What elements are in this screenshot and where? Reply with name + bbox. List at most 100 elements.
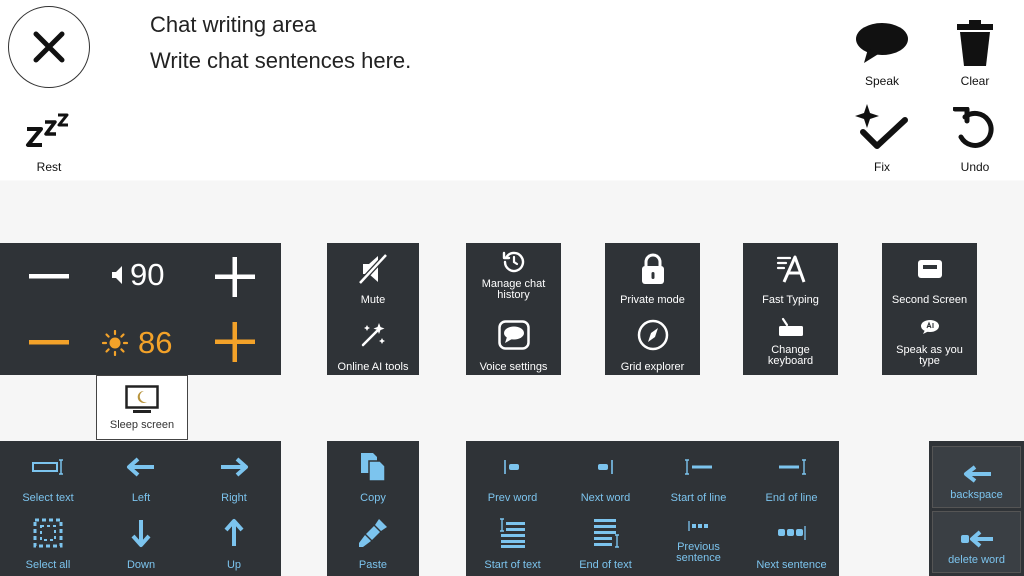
close-icon bbox=[33, 31, 65, 63]
lock-icon bbox=[641, 251, 665, 287]
sparkle-check-icon bbox=[855, 100, 909, 158]
rest-label: Rest bbox=[36, 160, 62, 174]
copy-label: Copy bbox=[360, 492, 386, 504]
start-of-text-icon bbox=[499, 515, 527, 551]
next-sentence-label: Next sentence bbox=[756, 559, 827, 571]
start-of-text-button[interactable]: Start of text bbox=[466, 515, 559, 571]
clear-label: Clear bbox=[960, 74, 990, 88]
prev-word-icon bbox=[503, 449, 523, 485]
delete-word-button[interactable]: delete word bbox=[932, 511, 1021, 573]
select-all-button[interactable]: Select all bbox=[2, 515, 94, 571]
speech-bubble-icon bbox=[854, 14, 910, 72]
volume-decrease-icon[interactable] bbox=[28, 261, 70, 291]
right-button[interactable]: Right bbox=[188, 449, 280, 504]
volume-level: 90 bbox=[108, 257, 164, 293]
previous-sentence-label-2: sentence bbox=[676, 552, 721, 564]
left-button[interactable]: Left bbox=[95, 449, 187, 504]
online-ai-tools-label: Online AI tools bbox=[337, 361, 409, 373]
paste-button[interactable]: Paste bbox=[327, 515, 419, 571]
close-button[interactable] bbox=[8, 6, 90, 88]
brush-icon bbox=[357, 515, 389, 551]
volume-increase-icon[interactable] bbox=[214, 256, 256, 298]
brightness-decrease-icon[interactable] bbox=[28, 327, 70, 357]
speak-label: Speak bbox=[864, 74, 900, 88]
prev-word-button[interactable]: Prev word bbox=[466, 449, 559, 504]
mute-label: Mute bbox=[360, 294, 386, 306]
previous-sentence-button[interactable]: Previous sentence bbox=[652, 513, 745, 564]
down-button[interactable]: Down bbox=[95, 515, 187, 571]
paste-label: Paste bbox=[358, 559, 388, 571]
backspace-button[interactable]: backspace bbox=[932, 446, 1021, 508]
sun-icon bbox=[102, 330, 128, 356]
up-button[interactable]: Up bbox=[188, 515, 280, 571]
chat-input-area[interactable]: Write chat sentences here. bbox=[150, 48, 411, 74]
start-of-line-label: Start of line bbox=[670, 492, 727, 504]
end-of-line-icon bbox=[777, 449, 807, 485]
next-word-button[interactable]: Next word bbox=[559, 449, 652, 504]
second-screen-button[interactable]: Second Screen bbox=[882, 251, 977, 306]
navigation-panel: Select text Left Right Select all Down U… bbox=[0, 441, 281, 576]
voice-settings-button[interactable]: Voice settings bbox=[466, 317, 561, 373]
private-mode-label: Private mode bbox=[620, 294, 685, 306]
grid-explorer-label: Grid explorer bbox=[620, 361, 685, 373]
trash-icon bbox=[955, 14, 995, 72]
change-keyboard-button[interactable]: Change keyboard bbox=[743, 313, 838, 367]
prev-word-label: Prev word bbox=[487, 492, 538, 504]
delete-panel: backspace delete word bbox=[929, 441, 1024, 576]
typing-keyboard-panel: Fast Typing Change keyboard bbox=[743, 243, 838, 375]
clipboard-panel: Copy Paste bbox=[327, 441, 419, 576]
select-text-label: Select text bbox=[22, 492, 74, 504]
copy-icon bbox=[359, 449, 387, 485]
up-label: Up bbox=[226, 559, 242, 571]
backspace-icon bbox=[963, 465, 991, 483]
arrow-down-icon bbox=[131, 515, 151, 551]
arrow-left-icon bbox=[126, 449, 156, 485]
volume-brightness-panel: 90 86 bbox=[0, 243, 281, 375]
fast-typing-icon bbox=[776, 251, 806, 287]
magic-wand-icon bbox=[359, 317, 387, 353]
mute-icon bbox=[358, 251, 388, 287]
voice-settings-label: Voice settings bbox=[479, 361, 548, 373]
sleep-screen-button[interactable]: Sleep screen bbox=[96, 375, 188, 440]
speak-as-you-type-label-2: type bbox=[919, 355, 940, 367]
history-voice-panel: Manage chat history Voice settings bbox=[466, 243, 561, 375]
select-text-button[interactable]: Select text bbox=[2, 449, 94, 504]
left-label: Left bbox=[131, 492, 151, 504]
clear-button[interactable]: Clear bbox=[935, 14, 1015, 94]
end-of-text-button[interactable]: End of text bbox=[559, 515, 652, 571]
select-all-icon bbox=[33, 515, 63, 551]
end-of-text-icon bbox=[592, 515, 620, 551]
undo-button[interactable]: Undo bbox=[935, 100, 1015, 180]
start-of-text-label: Start of text bbox=[484, 559, 541, 571]
fast-typing-button[interactable]: Fast Typing bbox=[743, 251, 838, 306]
mute-button[interactable]: Mute bbox=[327, 251, 419, 306]
speaker-icon bbox=[112, 266, 122, 284]
manage-chat-history-button[interactable]: Manage chat history bbox=[466, 249, 561, 301]
volume-value: 90 bbox=[130, 257, 165, 292]
speak-button[interactable]: Speak bbox=[842, 14, 922, 94]
backspace-label: backspace bbox=[950, 489, 1003, 501]
speak-as-you-type-button[interactable]: Speak as you type bbox=[882, 313, 977, 367]
undo-label: Undo bbox=[960, 160, 990, 174]
brightness-value: 86 bbox=[138, 325, 173, 360]
compass-icon bbox=[637, 317, 669, 353]
online-ai-tools-button[interactable]: Online AI tools bbox=[327, 317, 419, 373]
brightness-increase-icon[interactable] bbox=[214, 321, 256, 363]
delete-word-icon bbox=[960, 530, 993, 548]
fix-label: Fix bbox=[874, 160, 890, 174]
sleep-zzz-icon bbox=[25, 100, 73, 158]
copy-button[interactable]: Copy bbox=[327, 449, 419, 504]
grid-explorer-button[interactable]: Grid explorer bbox=[605, 317, 700, 373]
brightness-level: 86 bbox=[102, 325, 172, 361]
end-of-line-button[interactable]: End of line bbox=[745, 449, 838, 504]
fix-button[interactable]: Fix bbox=[842, 100, 922, 180]
next-sentence-icon bbox=[777, 515, 807, 551]
start-of-line-button[interactable]: Start of line bbox=[652, 449, 745, 504]
second-screen-label: Second Screen bbox=[891, 294, 968, 306]
change-keyboard-label-2: keyboard bbox=[767, 355, 814, 367]
fast-typing-label: Fast Typing bbox=[762, 294, 819, 306]
private-mode-button[interactable]: Private mode bbox=[605, 251, 700, 306]
next-sentence-button[interactable]: Next sentence bbox=[745, 515, 838, 571]
rest-button[interactable]: Rest bbox=[9, 100, 89, 180]
second-screen-icon bbox=[917, 251, 943, 287]
